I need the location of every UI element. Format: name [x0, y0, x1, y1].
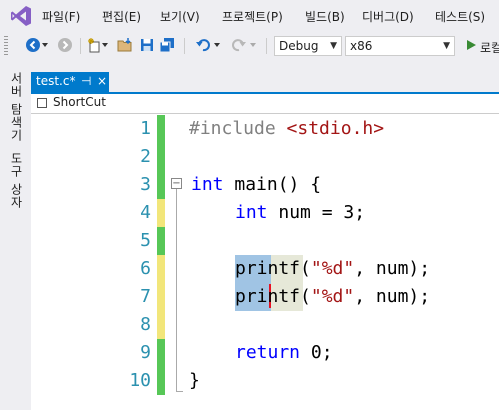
pin-icon[interactable]: ⊣	[81, 74, 91, 88]
back-dropdown-icon[interactable]	[40, 36, 50, 54]
save-all-icon[interactable]	[158, 36, 176, 54]
solution-platform-select[interactable]: x86 ▼	[345, 36, 455, 56]
chevron-down-icon: ▼	[443, 41, 450, 51]
code-line: printf("%d", num);	[235, 258, 431, 279]
toolbar-separator	[184, 38, 185, 54]
redo-dropdown-icon[interactable]	[248, 36, 258, 54]
change-indicator-saved	[157, 339, 165, 367]
open-folder-icon[interactable]	[116, 36, 134, 54]
menu-build[interactable]: 빌드(B)	[305, 8, 345, 25]
menu-file[interactable]: 파일(F)	[42, 8, 80, 25]
change-indicator-unsaved	[157, 283, 165, 311]
fold-guide-end	[176, 391, 183, 392]
line-number: 1	[140, 118, 151, 139]
undo-dropdown-icon[interactable]	[212, 36, 222, 54]
solution-platform-value: x86	[350, 39, 373, 53]
chevron-down-icon: ▼	[330, 41, 337, 51]
change-indicator-saved	[157, 115, 165, 143]
line-number: 6	[140, 258, 151, 279]
line-number: 9	[140, 342, 151, 363]
tab-title: test.c*	[36, 74, 76, 88]
line-number: 4	[140, 202, 151, 223]
code-line: printf("%d", num);	[235, 286, 431, 307]
line-number: 8	[140, 314, 151, 335]
change-indicator-saved	[157, 227, 165, 255]
line-number: 5	[140, 230, 151, 251]
redo-icon[interactable]	[230, 36, 248, 54]
line-number: 7	[140, 286, 151, 307]
save-icon[interactable]	[138, 36, 156, 54]
code-editor[interactable]: 1 2 3 4 5 6 7 8 9 10 − #include <stdio.h…	[31, 114, 499, 410]
collapse-main-toggle[interactable]: −	[171, 178, 182, 189]
change-indicator-unsaved	[157, 255, 165, 283]
toolbar-separator	[266, 38, 267, 54]
code-line: }	[189, 370, 200, 391]
menu-debug[interactable]: 디버그(D)	[362, 8, 414, 25]
menu-project[interactable]: 프로젝트(P)	[222, 8, 283, 25]
line-number: 2	[140, 146, 151, 167]
line-number: 10	[129, 370, 151, 391]
change-indicator-unsaved	[157, 199, 165, 227]
undo-icon[interactable]	[194, 36, 212, 54]
code-line: #include <stdio.h>	[189, 118, 385, 139]
start-debugging-icon[interactable]	[462, 36, 480, 54]
close-icon[interactable]: ×	[97, 74, 107, 88]
start-debugging-label[interactable]: 로컬	[480, 39, 499, 56]
toolbar-grip[interactable]	[4, 36, 8, 56]
code-line: return 0;	[235, 342, 333, 363]
line-number: 3	[140, 174, 151, 195]
project-scope-label: ShortCut	[53, 95, 106, 109]
tab-test-c[interactable]: test.c* ⊣ ×	[31, 72, 109, 92]
toolbar-separator	[80, 38, 81, 54]
fold-guide	[176, 189, 177, 392]
menu-bar: 파일(F) 편집(E) 보기(V) 프로젝트(P) 빌드(B) 디버그(D) 테…	[0, 0, 499, 32]
change-indicator-saved	[157, 367, 165, 395]
project-scope-icon	[37, 98, 47, 108]
solution-configuration-value: Debug	[279, 39, 319, 53]
standard-toolbar: Debug ▼ x86 ▼ 로컬	[0, 32, 499, 60]
forward-icon[interactable]	[56, 36, 74, 54]
code-line: int num = 3;	[235, 202, 366, 223]
server-explorer-tab[interactable]: 서버 탐색기	[8, 72, 25, 142]
menu-edit[interactable]: 편집(E)	[102, 8, 141, 25]
menu-view[interactable]: 보기(V)	[160, 8, 200, 25]
new-project-dropdown-icon[interactable]	[100, 36, 110, 54]
solution-configuration-select[interactable]: Debug ▼	[274, 36, 342, 56]
code-line: int main() {	[191, 174, 322, 195]
menu-test[interactable]: 테스트(S)	[435, 8, 485, 25]
change-indicator-unsaved	[157, 311, 165, 339]
change-indicator-saved	[157, 143, 165, 171]
visual-studio-logo-icon[interactable]	[10, 5, 32, 27]
toolbox-tab[interactable]: 도구 상자	[8, 152, 25, 209]
tool-window-sidebar: 서버 탐색기 도구 상자	[0, 66, 30, 410]
change-indicator-saved	[157, 171, 165, 199]
navigation-bar[interactable]: ShortCut	[31, 94, 499, 114]
